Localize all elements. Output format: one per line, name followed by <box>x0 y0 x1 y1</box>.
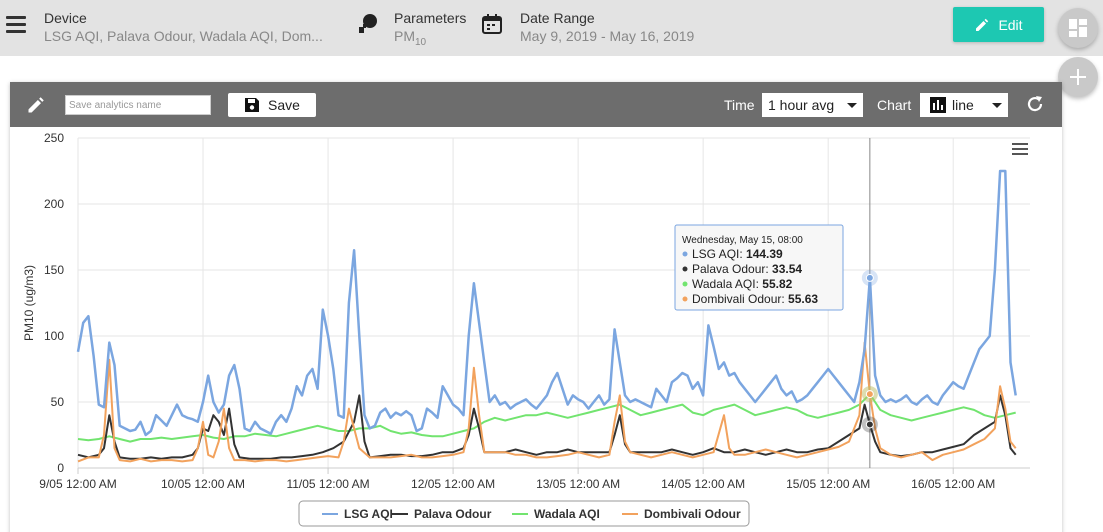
tooltip-dot <box>682 251 688 257</box>
y-tick-label: 50 <box>51 395 65 409</box>
chart-legend: LSG AQI Palava Odour Wadala AQI Dombivali O… <box>298 500 750 527</box>
tooltip-row: Dombivali Odour: 55.63 <box>692 292 818 306</box>
x-tick-label: 16/05 12:00 AM <box>911 477 995 491</box>
tooltip-series-value: 144.39 <box>746 247 783 261</box>
hover-point-palava-odour <box>865 420 874 429</box>
x-tick-label: 13/05 12:00 AM <box>536 477 620 491</box>
legend-item: Wadala AQI <box>534 507 600 521</box>
tooltip-dot <box>682 296 688 302</box>
y-tick-label: 100 <box>44 329 64 343</box>
y-axis-label: PM10 (ug/m3) <box>22 265 36 341</box>
chart-grid <box>77 137 1030 469</box>
tooltip-dot <box>682 266 688 272</box>
tooltip-title: Wednesday, May 15, 08:00 <box>682 235 803 246</box>
tooltip-dot <box>682 281 688 287</box>
x-tick-label: 9/05 12:00 AM <box>39 477 116 491</box>
y-tick-label: 250 <box>44 131 64 145</box>
hover-point-dombivali-odour <box>865 390 874 399</box>
legend-item: Dombivali Odour <box>644 507 741 521</box>
pm10-line-chart: 0 50 100 150 200 250 9/05 12:00 AM 10/05 12:00 … <box>22 131 1030 527</box>
x-tick-label: 11/05 12:00 AM <box>286 477 369 491</box>
x-tick-label: 14/05 12:00 AM <box>661 477 745 491</box>
legend-item: Palava Odour <box>414 507 492 521</box>
x-tick-label: 12/05 12:00 AM <box>411 477 495 491</box>
hamburger-icon[interactable] <box>1012 143 1028 155</box>
chart-tooltip: Wednesday, May 15, 08:00 LSG AQI: 144.39… <box>674 224 844 311</box>
tooltip-series-name: Wadala AQI: <box>692 277 762 291</box>
tooltip-series-name: Palava Odour: <box>692 262 772 276</box>
y-tick-label: 150 <box>44 263 64 277</box>
y-tick-label: 200 <box>44 197 64 211</box>
tooltip-row: Wadala AQI: 55.82 <box>692 277 793 291</box>
hover-point-lsg-aqi <box>865 273 874 282</box>
x-tick-label: 10/05 12:00 AM <box>161 477 245 491</box>
tooltip-series-value: 55.63 <box>788 292 818 306</box>
chart-series <box>76 169 1017 463</box>
series-line-wadala-aqi <box>77 393 1016 443</box>
tooltip-series-name: LSG AQI: <box>692 247 746 261</box>
tooltip-series-value: 33.54 <box>772 262 802 276</box>
tooltip-row: Palava Odour: 33.54 <box>692 262 802 276</box>
tooltip-series-name: Dombivali Odour: <box>692 292 788 306</box>
tooltip-series-value: 55.82 <box>762 277 792 291</box>
x-tick-label: 15/05 12:00 AM <box>786 477 870 491</box>
y-tick-label: 0 <box>57 461 64 475</box>
tooltip-row: LSG AQI: 144.39 <box>692 247 783 261</box>
legend-item: LSG AQI <box>344 507 393 521</box>
